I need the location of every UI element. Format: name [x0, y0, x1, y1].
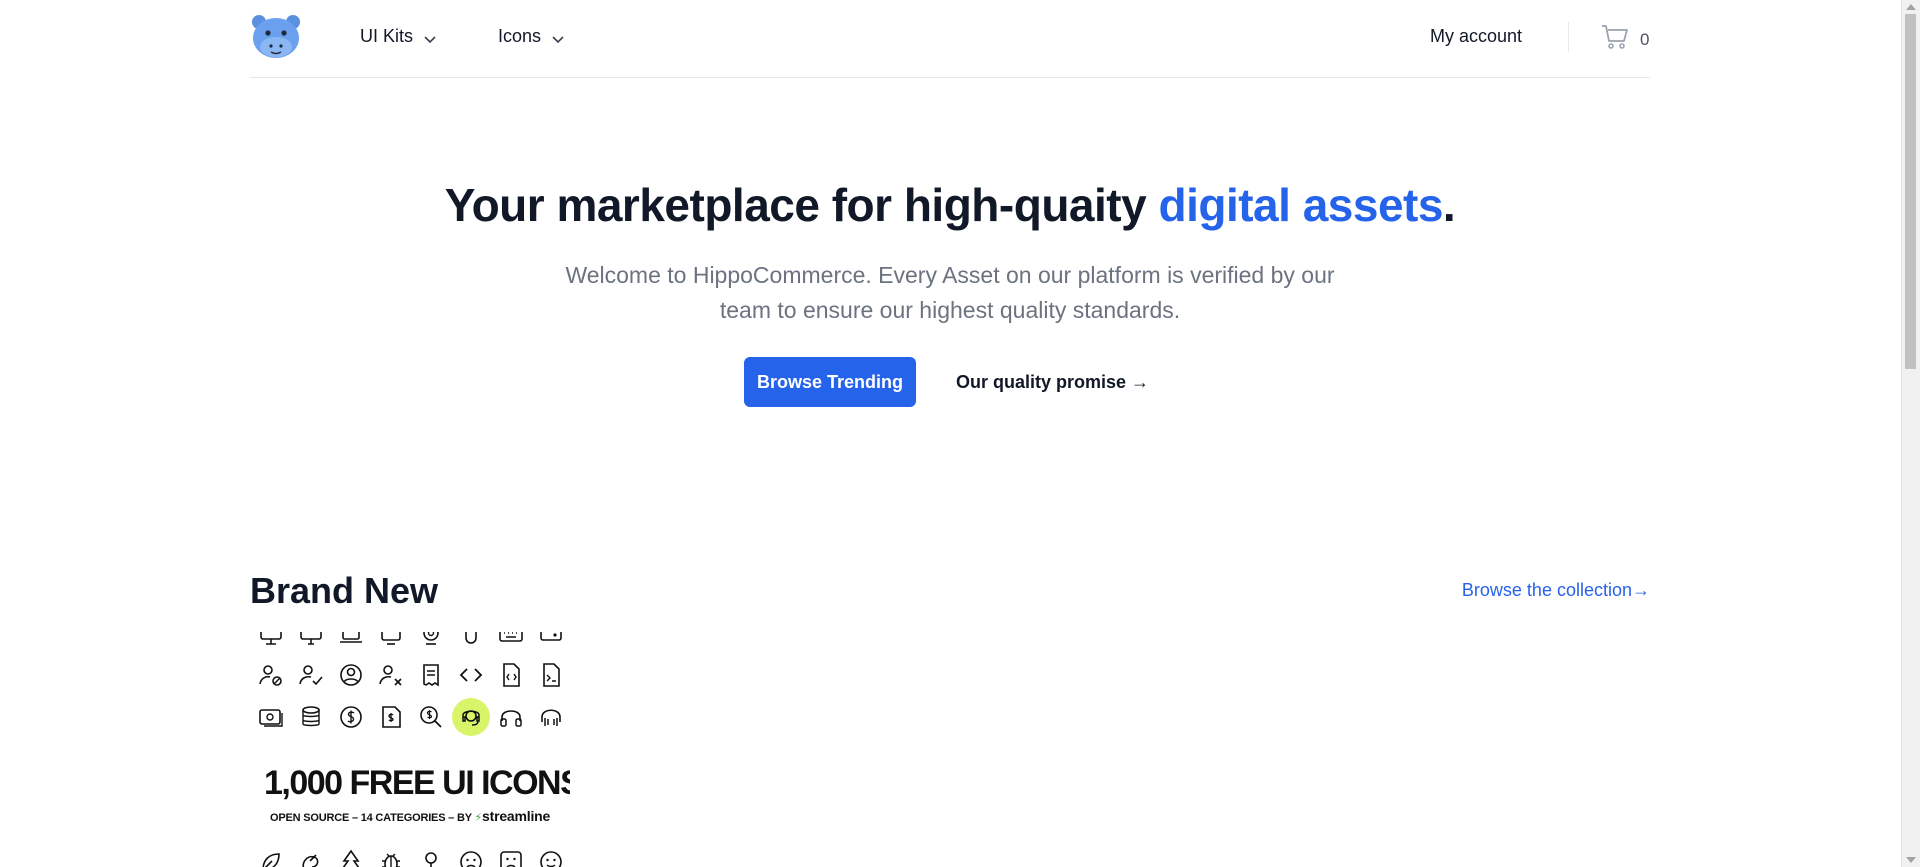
- search-dollar-icon: [416, 702, 446, 732]
- hero-title-main: Your marketplace for high-quaity: [444, 179, 1159, 231]
- product-tagline: OPEN SOURCE – 14 CATEGORIES – BY ⚡stream…: [270, 808, 550, 824]
- file-terminal-icon: [536, 660, 566, 690]
- cart-icon: [1600, 22, 1630, 57]
- my-account-link[interactable]: My account: [1430, 26, 1522, 47]
- hero-title: Your marketplace for high-quaity digital…: [250, 178, 1650, 232]
- hero-title-accent: digital assets: [1158, 179, 1443, 231]
- browse-trending-button[interactable]: Browse Trending: [744, 357, 916, 407]
- headphones-icon: [496, 702, 526, 732]
- screen-icon: [376, 632, 406, 650]
- chevron-down-icon: [423, 30, 437, 44]
- product-card-image[interactable]: 1,000 FREE UI ICONS OPEN SOURCE – 14 CAT…: [250, 632, 570, 867]
- quality-promise-link[interactable]: Our quality promise →: [956, 372, 1149, 393]
- browse-collection-link[interactable]: Browse the collection→: [1462, 580, 1650, 601]
- scrollbar-thumb[interactable]: [1905, 14, 1916, 369]
- nav-ui-kits[interactable]: UI Kits: [360, 26, 437, 47]
- user-check-icon: [296, 660, 326, 690]
- header-divider: [1568, 22, 1569, 52]
- cart-button[interactable]: 0: [1600, 22, 1649, 57]
- streamline-bolt-icon: ⚡: [474, 812, 483, 824]
- smile-icon: [536, 847, 566, 867]
- headset-icon: [536, 702, 566, 732]
- hero-subtitle: Welcome to HippoCommerce. Every Asset on…: [565, 262, 1335, 323]
- vertical-scrollbar[interactable]: [1901, 0, 1920, 867]
- plant-icon: [416, 847, 446, 867]
- user-block-icon: [256, 660, 286, 690]
- keyboard-icon: [496, 632, 526, 650]
- product-brand: streamline: [482, 808, 551, 824]
- dollar-coin-icon: [336, 702, 366, 732]
- mouse-icon: [456, 632, 486, 650]
- leaf-icon: [256, 847, 286, 867]
- scroll-down-arrow-icon[interactable]: [1906, 857, 1916, 863]
- frown-square-icon: [496, 847, 526, 867]
- desktop-icon: [296, 632, 326, 650]
- cash-icon: [256, 702, 286, 732]
- user-circle-icon: [336, 660, 366, 690]
- hippo-logo-icon[interactable]: [250, 14, 302, 60]
- nav-icons-label: Icons: [498, 26, 542, 46]
- printer-icon: [536, 632, 566, 650]
- product-tagline-text: OPEN SOURCE – 14 CATEGORIES – BY: [270, 812, 472, 824]
- section-title: Brand New: [250, 570, 439, 611]
- scroll-up-arrow-icon[interactable]: [1906, 4, 1916, 10]
- product-headline: 1,000 FREE UI ICONS: [264, 764, 570, 802]
- top-navbar: UI Kits Icons My account 0: [250, 0, 1650, 78]
- webcam-icon: [416, 632, 446, 650]
- coins-icon: [296, 702, 326, 732]
- cart-count: 0: [1640, 29, 1650, 49]
- hero-title-end: .: [1442, 179, 1456, 231]
- support-agent-icon: [456, 702, 486, 732]
- receipt-icon: [416, 660, 446, 690]
- monitor-icon: [256, 632, 286, 650]
- user-remove-icon: [376, 660, 406, 690]
- tree-icon: [336, 847, 366, 867]
- file-code-icon: [496, 660, 526, 690]
- sad-face-icon: [456, 847, 486, 867]
- ginger-icon: [296, 847, 326, 867]
- invoice-icon: [376, 702, 406, 732]
- bug-icon: [376, 847, 406, 867]
- laptop-icon: [336, 632, 366, 650]
- chevron-down-icon: [551, 30, 565, 44]
- nav-ui-kits-label: UI Kits: [360, 26, 414, 46]
- nav-icons[interactable]: Icons: [498, 26, 565, 47]
- code-icon: [456, 660, 486, 690]
